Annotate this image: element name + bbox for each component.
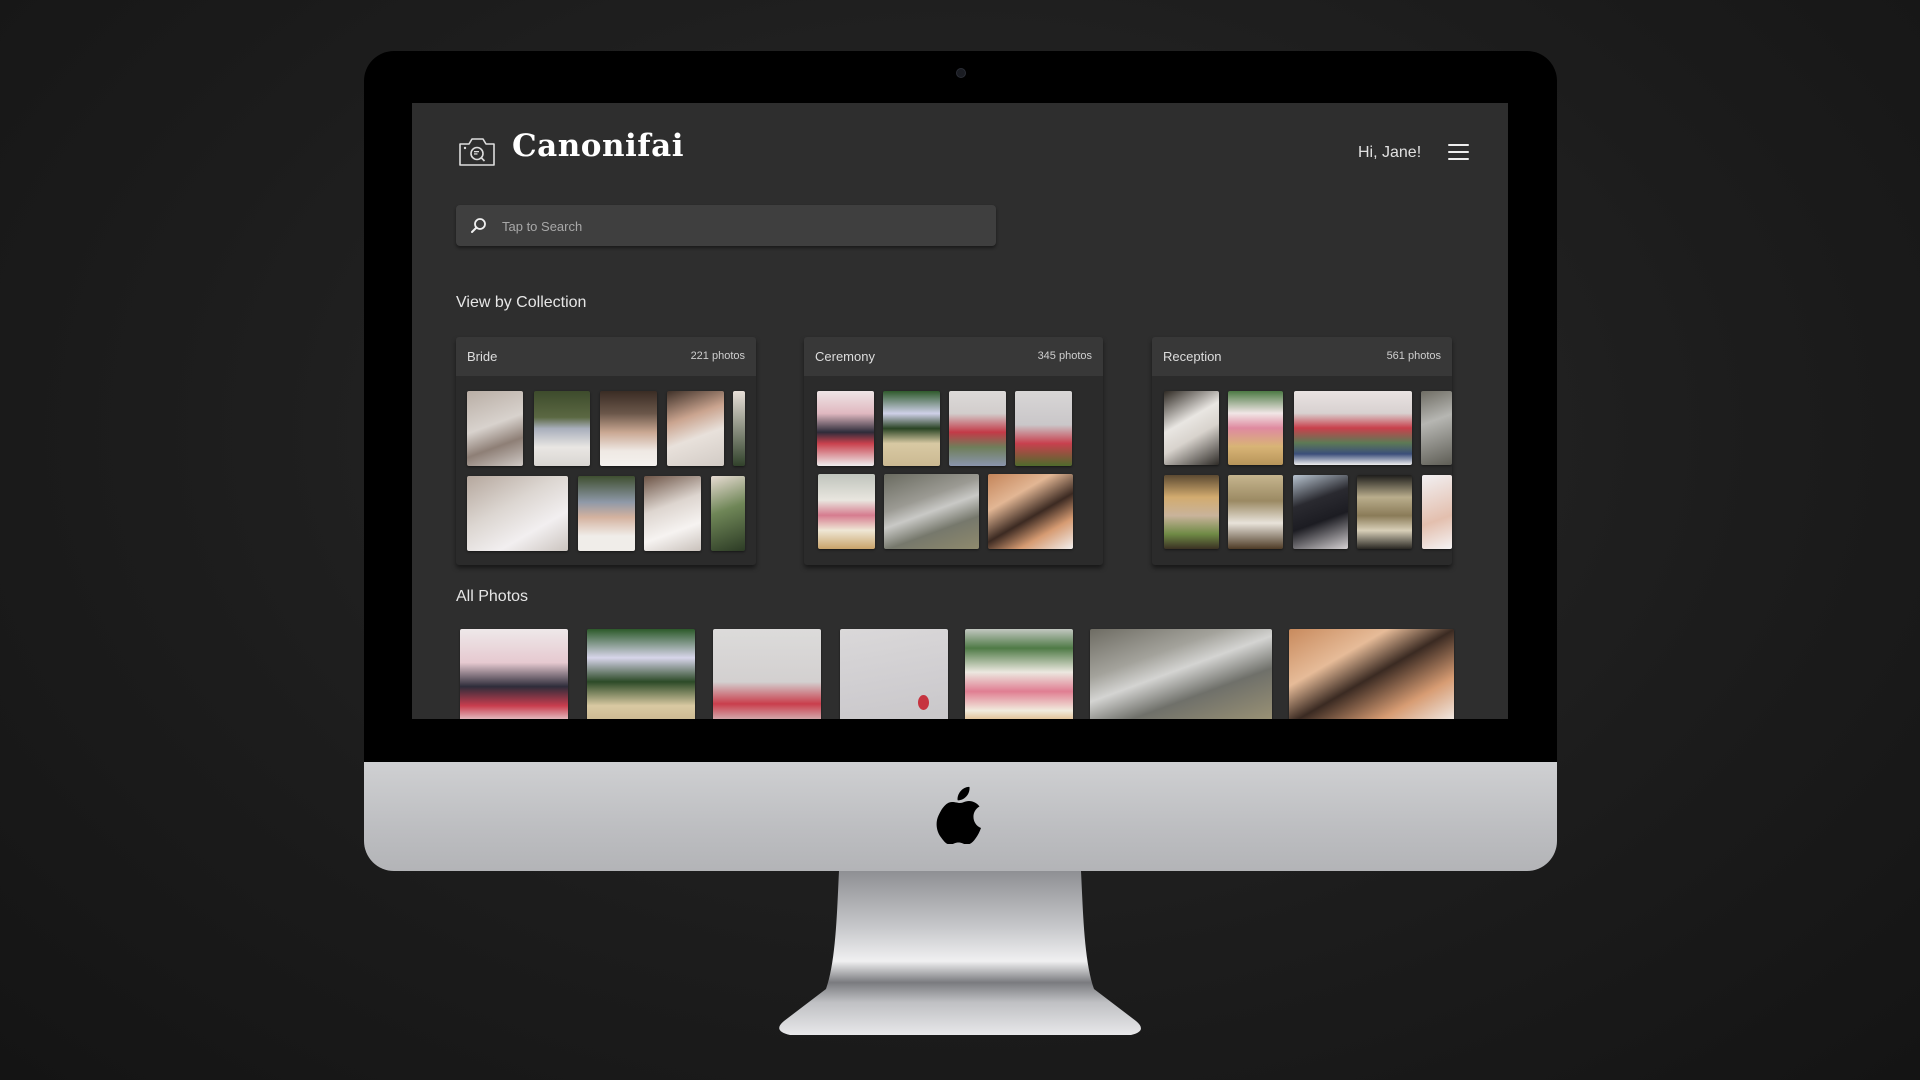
photo-thumbnail[interactable] (818, 474, 875, 549)
photo-thumbnail[interactable] (1164, 391, 1219, 465)
photo-thumbnail[interactable] (1293, 475, 1348, 549)
photo-thumbnail[interactable] (467, 391, 523, 466)
photo-thumbnail[interactable] (1422, 475, 1452, 549)
collection-name: Reception (1163, 349, 1222, 364)
photo-thumbnail[interactable] (587, 629, 695, 719)
photo-thumbnail[interactable] (1294, 391, 1412, 465)
collection-card-bride[interactable]: Bride 221 photos (456, 337, 756, 565)
user-greeting: Hi, Jane! (1358, 144, 1422, 161)
photo-thumbnail[interactable] (1228, 475, 1283, 549)
app-screen: Canonifai Hi, Jane! View by Collection B… (412, 103, 1508, 719)
photo-thumbnail[interactable] (840, 629, 948, 719)
menu-line (1448, 158, 1469, 160)
photo-thumbnail[interactable] (1090, 629, 1272, 719)
balloon-detail (918, 695, 929, 710)
apple-logo-icon (936, 786, 981, 844)
photo-thumbnail[interactable] (733, 391, 745, 466)
photo-thumbnail[interactable] (883, 391, 940, 466)
card-header: Bride 221 photos (456, 337, 756, 376)
photo-thumbnail[interactable] (884, 474, 979, 549)
collection-name: Bride (467, 349, 498, 364)
collection-card-reception[interactable]: Reception 561 photos (1152, 337, 1452, 565)
card-header: Reception 561 photos (1152, 337, 1452, 376)
photo-thumbnail[interactable] (534, 391, 590, 466)
photo-thumbnail[interactable] (467, 476, 568, 551)
collections-heading: View by Collection (456, 294, 587, 311)
photo-thumbnail[interactable] (578, 476, 635, 551)
photo-count: 345 photos (1037, 350, 1092, 362)
app-logo-wordmark[interactable]: Canonifai (512, 128, 684, 164)
search-input[interactable] (500, 205, 984, 248)
monitor-stand (779, 871, 1141, 1035)
menu-line (1448, 144, 1469, 146)
photo-thumbnail[interactable] (1164, 475, 1219, 549)
photo-count: 561 photos (1386, 350, 1441, 362)
collection-name: Ceremony (815, 349, 875, 364)
photo-thumbnail[interactable] (644, 476, 701, 551)
photo-thumbnail[interactable] (713, 629, 821, 719)
photo-thumbnail[interactable] (711, 476, 745, 551)
photo-thumbnail[interactable] (1228, 391, 1283, 465)
webcam-icon (956, 68, 966, 78)
search-bar[interactable] (456, 205, 996, 248)
photo-thumbnail[interactable] (667, 391, 724, 466)
photo-thumbnail[interactable] (1289, 629, 1454, 719)
card-header: Ceremony 345 photos (804, 337, 1103, 376)
photo-thumbnail[interactable] (1357, 475, 1412, 549)
photo-thumbnail[interactable] (1015, 391, 1072, 466)
photo-thumbnail[interactable] (988, 474, 1073, 549)
all-photos-heading: All Photos (456, 588, 529, 605)
photo-thumbnail[interactable] (460, 629, 568, 719)
photo-thumbnail[interactable] (817, 391, 874, 466)
menu-line (1448, 151, 1469, 153)
camera-search-icon (459, 138, 495, 166)
hamburger-menu-icon[interactable] (1448, 144, 1469, 161)
search-icon (471, 218, 486, 233)
photo-thumbnail[interactable] (1421, 391, 1452, 465)
photo-thumbnail[interactable] (600, 391, 657, 466)
photo-thumbnail[interactable] (965, 629, 1073, 719)
photo-count: 221 photos (690, 350, 745, 362)
photo-thumbnail[interactable] (949, 391, 1006, 466)
collection-card-ceremony[interactable]: Ceremony 345 photos (804, 337, 1103, 565)
